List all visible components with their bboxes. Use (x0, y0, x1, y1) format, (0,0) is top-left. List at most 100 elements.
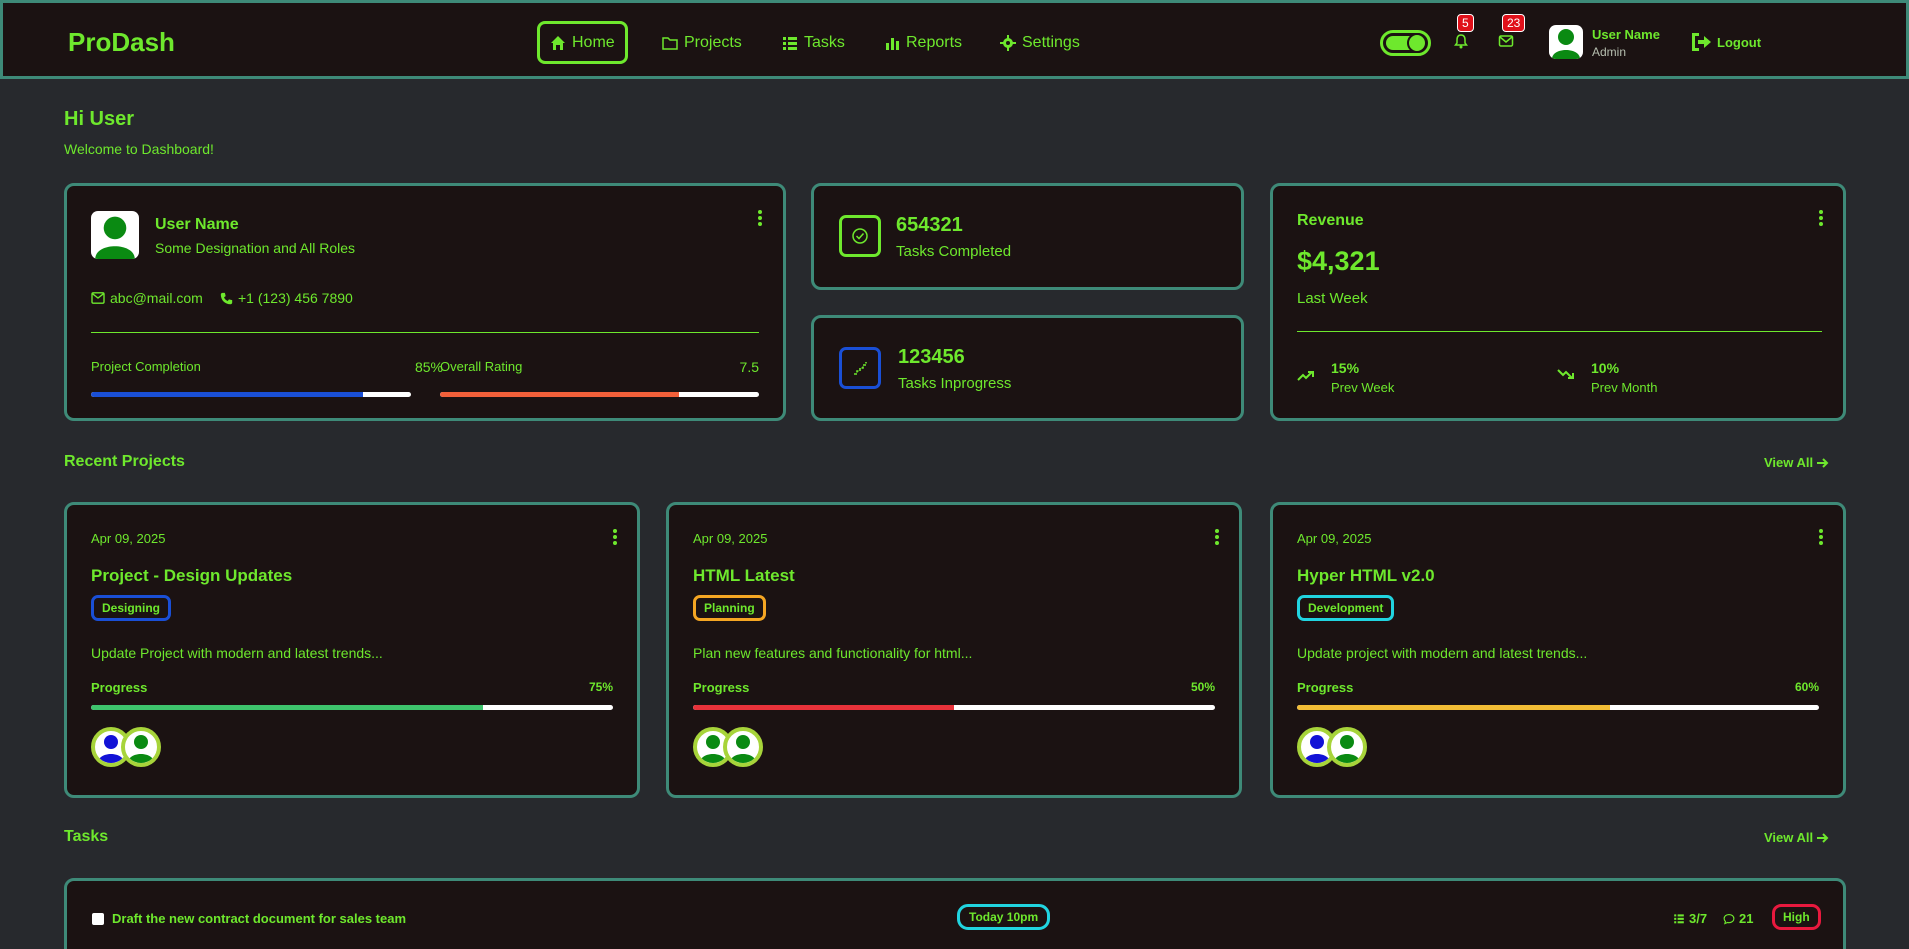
nav-home[interactable]: Home (537, 21, 628, 64)
user-avatar[interactable] (1549, 25, 1583, 59)
rating-value: 7.5 (739, 359, 759, 375)
revenue-card: Revenue $4,321 Last Week 15% Prev Week 1… (1270, 183, 1846, 421)
check-circle-icon (852, 228, 868, 244)
project-title[interactable]: HTML Latest (693, 566, 795, 586)
nav-tasks-label: Tasks (804, 33, 845, 51)
task-due-badge: Today 10pm (957, 904, 1051, 930)
prev-month-label: Prev Month (1591, 380, 1658, 395)
logout-label: Logout (1717, 34, 1762, 50)
gear-icon (1000, 34, 1016, 51)
toggle-knob (1407, 33, 1427, 53)
view-all-label: View All (1764, 830, 1814, 845)
envelope-icon (1498, 35, 1514, 47)
project-card[interactable]: Apr 09, 2025 Hyper HTML v2.0 Development… (1270, 502, 1846, 798)
task-comments-value: 21 (1739, 911, 1754, 926)
project-date: Apr 09, 2025 (693, 531, 768, 546)
bar-chart-icon (886, 37, 899, 50)
revenue-amount: $4,321 (1297, 246, 1380, 276)
project-date: Apr 09, 2025 (1297, 531, 1372, 546)
revenue-menu-icon[interactable] (1819, 210, 1823, 226)
top-navbar: ProDash Home Projects Tasks Reports Sett… (0, 0, 1909, 79)
bell-icon (1454, 34, 1468, 49)
project-menu-icon[interactable] (1215, 529, 1219, 545)
envelope-icon (91, 292, 105, 304)
nav-reports-label: Reports (906, 33, 963, 51)
completion-value: 85% (414, 359, 443, 375)
phone-icon (220, 292, 233, 304)
nav-user-role: Admin (1592, 45, 1627, 59)
team-member-avatar[interactable] (1327, 727, 1367, 767)
logout-button[interactable]: Logout (1689, 31, 1761, 53)
trend-down-icon (1557, 369, 1574, 379)
prev-week-value: 15% (1331, 360, 1360, 376)
folder-icon (662, 36, 678, 50)
progress-bar (693, 705, 1215, 710)
progress-label: Progress (1297, 680, 1354, 695)
logout-icon (1692, 33, 1711, 51)
task-subtasks-value: 3/7 (1689, 911, 1708, 926)
project-card[interactable]: Apr 09, 2025 HTML Latest Planning Plan n… (666, 502, 1242, 798)
progress-label: Progress (91, 680, 148, 695)
comment-icon (1723, 913, 1735, 924)
profile-phone[interactable]: +1 (123) 456 7890 (220, 290, 353, 306)
project-date: Apr 09, 2025 (91, 531, 166, 546)
user-silhouette-icon (1334, 735, 1360, 763)
project-menu-icon[interactable] (1819, 529, 1823, 545)
project-status-tag: Designing (91, 595, 172, 621)
tasks-title: Tasks (64, 828, 109, 845)
nav-settings-label: Settings (1022, 33, 1080, 51)
user-silhouette-icon (95, 216, 135, 259)
progress-value: 60% (1794, 680, 1819, 694)
nav-settings[interactable]: Settings (987, 21, 1093, 64)
project-title[interactable]: Hyper HTML v2.0 (1297, 566, 1435, 586)
divider (1297, 331, 1822, 332)
arrow-right-icon (1817, 457, 1829, 468)
project-title[interactable]: Project - Design Updates (91, 566, 292, 586)
progress-bar (1297, 705, 1819, 710)
task-priority-badge: High (1772, 904, 1821, 930)
team-member-avatar[interactable] (121, 727, 161, 767)
project-description: Update project with modern and latest tr… (1297, 645, 1588, 661)
team-member-avatar[interactable] (723, 727, 763, 767)
project-menu-icon[interactable] (613, 529, 617, 545)
messages-button[interactable]: 23 (1498, 14, 1526, 53)
task-label: Draft the new contract document for sale… (112, 911, 407, 926)
progress-bar-fill (1297, 705, 1611, 710)
list-icon (783, 36, 797, 50)
rating-bar (440, 392, 759, 397)
task-checkbox[interactable] (92, 912, 104, 925)
task-comments[interactable]: 21 (1723, 911, 1753, 926)
nav-home-label: Home (572, 33, 615, 51)
project-description: Plan new features and functionality for … (693, 645, 973, 661)
completion-bar-fill (91, 392, 363, 397)
list-icon (1674, 914, 1684, 924)
recent-projects-view-all[interactable]: View All (1764, 455, 1829, 470)
user-silhouette-icon (128, 735, 154, 763)
brand-logo[interactable]: ProDash (68, 27, 175, 58)
completed-stat-icon (839, 215, 881, 257)
completed-label: Tasks Completed (896, 243, 1012, 260)
task-card: Draft the new contract document for sale… (64, 878, 1846, 949)
nav-tasks[interactable]: Tasks (769, 21, 858, 64)
task-row: Draft the new contract document for sale… (92, 911, 406, 926)
nav-user-name: User Name (1592, 27, 1660, 42)
profile-phone-text: +1 (123) 456 7890 (238, 290, 353, 306)
home-icon (551, 35, 565, 50)
progress-label: Progress (693, 680, 750, 695)
tasks-completed-card: 654321 Tasks Completed (811, 183, 1244, 290)
nav-reports[interactable]: Reports (871, 21, 975, 64)
nav-projects[interactable]: Projects (649, 21, 755, 64)
theme-toggle[interactable] (1380, 30, 1431, 56)
profile-email[interactable]: abc@mail.com (91, 290, 203, 306)
profile-menu-icon[interactable] (758, 210, 762, 226)
view-all-label: View All (1764, 455, 1814, 470)
tasks-view-all[interactable]: View All (1764, 830, 1829, 845)
notifications-button[interactable]: 5 (1453, 14, 1474, 53)
completed-value: 654321 (896, 214, 963, 236)
revenue-title: Revenue (1297, 212, 1364, 229)
project-card[interactable]: Apr 09, 2025 Project - Design Updates De… (64, 502, 640, 798)
project-status-tag: Planning (693, 595, 766, 621)
recent-projects-title: Recent Projects (64, 453, 185, 470)
profile-avatar (91, 211, 139, 259)
greeting-title: Hi User (64, 108, 135, 130)
